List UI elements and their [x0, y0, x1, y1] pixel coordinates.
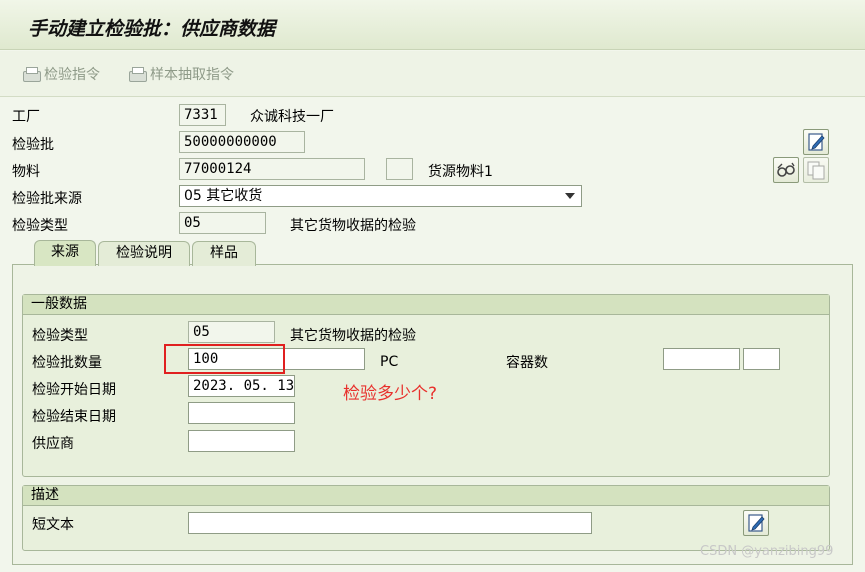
end-date-field[interactable]	[188, 402, 295, 424]
edit-icon	[808, 133, 825, 151]
plant-field[interactable]: 7331	[179, 104, 226, 126]
highlight-box	[164, 344, 285, 374]
lot-label: 检验批	[12, 137, 54, 153]
group-title: 一般数据	[23, 295, 829, 315]
origin-value: 05 其它收货	[184, 188, 263, 204]
glasses-icon	[777, 162, 795, 177]
sample-draw-button[interactable]: 样本抽取指令	[128, 64, 234, 84]
vendor-label: 供应商	[32, 436, 74, 452]
container-label: 容器数	[506, 355, 548, 371]
start-date-field[interactable]: 2023. 05. 13	[188, 375, 295, 397]
watermark: CSDN @yanzibing99	[700, 544, 834, 559]
chevron-down-icon	[565, 193, 575, 199]
tab-sample[interactable]: 样品	[192, 241, 256, 266]
type-desc: 其它货物收据的检验	[290, 218, 416, 234]
material-label: 物料	[12, 164, 40, 180]
printer-icon	[128, 67, 147, 82]
description-title: 描述	[23, 486, 829, 506]
inspection-spec-label: 检验指令	[44, 67, 100, 83]
vendor-field[interactable]	[188, 430, 295, 452]
lot-field[interactable]: 50000000000	[179, 131, 305, 153]
gen-type-desc: 其它货物收据的检验	[290, 328, 416, 344]
type-label: 检验类型	[12, 218, 68, 234]
glasses-button[interactable]	[773, 157, 799, 183]
material-field[interactable]: 77000124	[179, 158, 365, 180]
qty-label: 检验批数量	[32, 355, 102, 371]
source-material-checkbox[interactable]	[386, 158, 413, 180]
sample-draw-label: 样本抽取指令	[150, 67, 234, 83]
tab-source[interactable]: 来源	[34, 240, 96, 266]
plant-name: 众诚科技一厂	[250, 109, 334, 125]
printer-icon	[22, 67, 41, 82]
edit-icon	[748, 514, 765, 532]
gen-type-field[interactable]: 05	[188, 321, 275, 343]
end-date-label: 检验结束日期	[32, 409, 116, 425]
copy-button[interactable]	[803, 157, 829, 183]
copy-icon	[807, 161, 825, 180]
short-text-field[interactable]	[188, 512, 592, 534]
annotation-text: 检验多少个?	[343, 384, 438, 404]
gen-type-label: 检验类型	[32, 328, 88, 344]
start-date-label: 检验开始日期	[32, 382, 116, 398]
plant-label: 工厂	[12, 109, 40, 125]
short-text-label: 短文本	[32, 517, 74, 533]
container-field[interactable]	[663, 348, 740, 370]
origin-dropdown[interactable]: 05 其它收货	[179, 185, 582, 207]
inspection-spec-button[interactable]: 检验指令	[22, 64, 100, 84]
qty-unit: PC	[380, 354, 399, 370]
origin-label: 检验批来源	[12, 191, 82, 207]
type-field[interactable]: 05	[179, 212, 266, 234]
long-text-button[interactable]	[743, 510, 769, 536]
container-unit-field[interactable]	[743, 348, 780, 370]
edit-button[interactable]	[803, 129, 829, 155]
tab-inspection-spec[interactable]: 检验说明	[98, 241, 190, 266]
page-title: 手动建立检验批：供应商数据	[28, 18, 276, 40]
source-material-label: 货源物料1	[428, 164, 493, 180]
